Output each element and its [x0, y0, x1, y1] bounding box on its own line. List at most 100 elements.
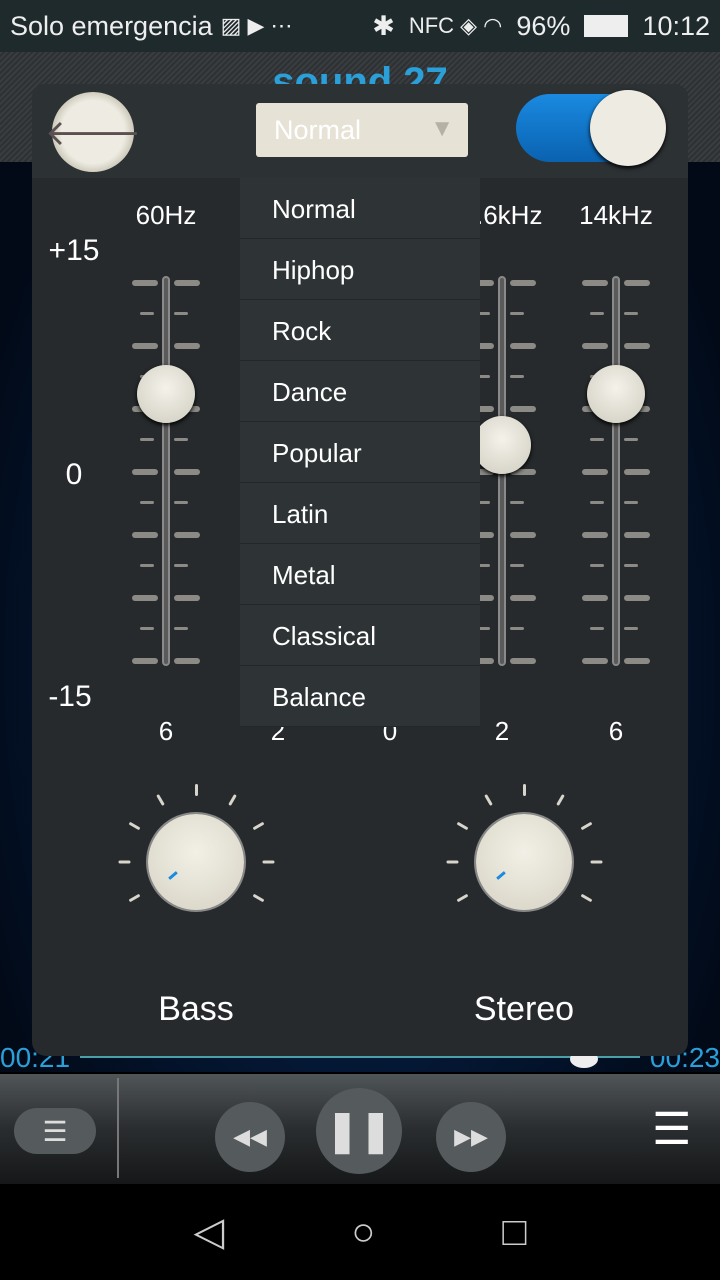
slider-track[interactable]	[162, 276, 170, 666]
dial-tick	[128, 893, 141, 903]
slider-tick	[140, 626, 154, 630]
dial-indicator	[496, 871, 506, 880]
dial-tick	[456, 821, 469, 831]
slider-tick	[624, 563, 638, 567]
preset-option[interactable]: Popular	[240, 422, 480, 483]
slider-tick	[590, 500, 604, 504]
preset-dropdown[interactable]: Normal ▼	[256, 103, 468, 157]
slider-tick	[140, 563, 154, 567]
preset-option[interactable]: Classical	[240, 605, 480, 666]
slider-tick	[174, 595, 200, 601]
band-label: 14kHz	[579, 200, 653, 230]
battery-percent: 96%	[516, 10, 571, 41]
navigation-bar: ◁ ○ □	[0, 1184, 720, 1280]
image-icon: ▨ ▶ ⋯	[220, 13, 293, 38]
slider-tick	[132, 280, 158, 286]
playlist-button[interactable]: ☰	[14, 1108, 96, 1154]
slider-tick	[174, 532, 200, 538]
list-icon: ☰	[42, 1115, 68, 1147]
preset-option[interactable]: Normal	[240, 178, 480, 239]
preset-option[interactable]: Metal	[240, 544, 480, 605]
dial-indicator	[168, 871, 178, 880]
preset-option[interactable]: Balance	[240, 666, 480, 727]
dial-tick	[252, 893, 265, 903]
slider-tick	[132, 532, 158, 538]
list-icon: ☰	[652, 1105, 692, 1154]
slider-tick	[624, 595, 650, 601]
slider-tick	[510, 563, 524, 567]
preset-option[interactable]: Hiphop	[240, 239, 480, 300]
fast-forward-button[interactable]: ▶▶	[436, 1102, 506, 1172]
recents-nav-icon[interactable]: □	[502, 1210, 526, 1255]
dial-tick	[252, 821, 265, 831]
dial-tick	[446, 860, 459, 864]
slider-tick	[624, 500, 638, 504]
slider-tick	[140, 500, 154, 504]
dial-tick	[195, 784, 198, 796]
slider-tick	[624, 280, 650, 286]
back-button[interactable]: 🡐	[45, 92, 141, 172]
dial-tick	[262, 860, 275, 864]
slider-tick	[510, 406, 536, 412]
slider-tick	[582, 532, 608, 538]
slider-tick	[590, 437, 604, 441]
player-controls: ☰ ◀◀ ❚❚ ▶▶ ☰	[0, 1074, 720, 1184]
preset-selected: Normal	[274, 115, 362, 145]
slider-tick	[510, 658, 536, 664]
slider-tick	[510, 343, 536, 349]
band-value: 6	[608, 716, 624, 746]
slider-tick	[132, 343, 158, 349]
slider-tick	[174, 311, 188, 315]
slider-tick	[510, 595, 536, 601]
slider-thumb[interactable]	[587, 365, 645, 423]
slider-tick	[582, 280, 608, 286]
slider-tick	[174, 658, 200, 664]
clock: 10:12	[642, 10, 710, 41]
bluetooth-icon: ✱	[372, 10, 395, 41]
band-label: 60Hz	[135, 200, 197, 230]
equalizer-header: 🡐 Normal ▼	[32, 84, 688, 178]
fast-forward-icon: ▶▶	[454, 1124, 488, 1149]
stereo-dial[interactable]	[476, 814, 572, 910]
slider-tick	[174, 469, 200, 475]
pause-icon: ❚❚	[325, 1109, 393, 1153]
status-bar: Solo emergencia ▨ ▶ ⋯ ✱ NFC ◈ ◠ 96% 10:1…	[0, 0, 720, 52]
slider-tick	[624, 469, 650, 475]
slider-tick	[590, 563, 604, 567]
preset-option[interactable]: Dance	[240, 361, 480, 422]
slider-tick	[132, 658, 158, 664]
band-value: 6	[158, 716, 174, 746]
pause-button[interactable]: ❚❚	[316, 1088, 402, 1174]
divider	[117, 1078, 119, 1178]
menu-button[interactable]: ☰	[652, 1104, 691, 1155]
slider-tick	[132, 595, 158, 601]
slider-tick	[582, 595, 608, 601]
slider-tick	[624, 532, 650, 538]
slider-tick	[624, 658, 650, 664]
bass-dial[interactable]	[148, 814, 244, 910]
dial-tick	[556, 793, 565, 806]
scale-mid: 0	[65, 458, 83, 491]
slider-tick	[174, 437, 188, 441]
arrow-left-icon: 🡐	[44, 112, 142, 153]
wifi-icon: NFC ◈ ◠	[408, 13, 503, 38]
preset-option[interactable]: Rock	[240, 300, 480, 361]
slider-thumb[interactable]	[473, 415, 531, 474]
slider-tick	[582, 469, 608, 475]
preset-menu: Normal Hiphop Rock Dance Popular Latin Metal Cl…	[240, 178, 480, 727]
slider-track[interactable]	[612, 276, 620, 666]
dial-tick	[156, 793, 165, 806]
back-nav-icon[interactable]: ◁	[193, 1209, 224, 1255]
scale-min: -15	[48, 680, 92, 713]
home-nav-icon[interactable]: ○	[351, 1210, 375, 1255]
dial-tick	[128, 821, 141, 831]
equalizer-toggle[interactable]	[516, 90, 666, 166]
toggle-knob	[590, 90, 666, 166]
bass-label: Bass	[158, 990, 234, 1028]
slider-thumb[interactable]	[137, 365, 195, 423]
preset-option[interactable]: Latin	[240, 483, 480, 544]
dial-tick	[484, 793, 493, 806]
rewind-button[interactable]: ◀◀	[215, 1102, 285, 1172]
slider-tick	[624, 626, 638, 630]
battery-icon	[584, 15, 629, 37]
